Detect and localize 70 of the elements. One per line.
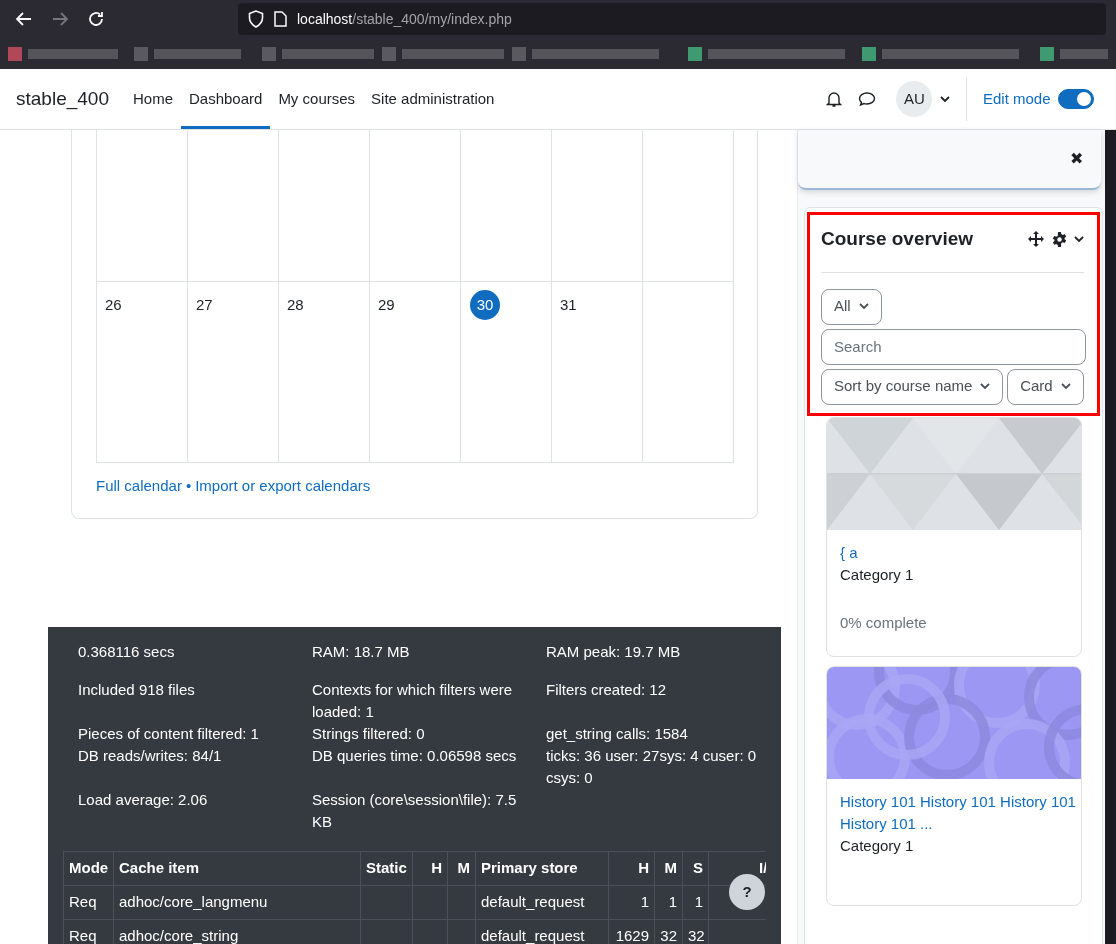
performance-stat: DB queries time: 0.06598 secs <box>312 746 518 766</box>
table-cell: 1 <box>682 885 709 920</box>
column-header: M <box>654 851 683 886</box>
move-icon[interactable] <box>1028 231 1044 248</box>
filter-dropdown[interactable]: All <box>821 288 882 325</box>
bell-icon[interactable] <box>826 90 843 108</box>
page-icon <box>274 11 287 27</box>
caret-icon <box>939 96 950 104</box>
column-header: M <box>447 851 476 886</box>
edit-mode-switch[interactable] <box>1058 89 1094 109</box>
caret-icon <box>858 303 869 310</box>
column-header: Cache item <box>113 851 361 886</box>
full-calendar-link[interactable]: Full calendar <box>96 475 182 498</box>
performance-stat: Session (core\session\file): 7.5 KB <box>312 790 518 832</box>
table-cell: adhoc/core_langmenu <box>113 885 361 920</box>
column-header: Static <box>360 851 413 886</box>
address-field[interactable]: localhost/stable_400/my/index.php <box>297 8 512 30</box>
column-header: H <box>608 851 655 886</box>
performance-stat: Included 918 files <box>78 680 196 700</box>
performance-stat: Pieces of content filtered: 1 <box>78 724 260 744</box>
day-number[interactable]: 26 <box>105 290 135 320</box>
day-number[interactable]: 27 <box>196 290 226 320</box>
course-category: Category 1 <box>840 835 915 856</box>
column-header: H <box>412 851 448 886</box>
table-cell: Req <box>63 885 114 920</box>
course-progress: 0% complete <box>840 612 928 633</box>
performance-stat: 0.368116 secs <box>78 642 176 662</box>
nav-link[interactable]: My courses <box>270 72 364 129</box>
table-cell: 1 <box>654 885 683 920</box>
view-dropdown[interactable]: Card <box>1007 368 1084 405</box>
sort-dropdown[interactable]: Sort by course name <box>821 368 1004 405</box>
caret-icon <box>1060 383 1071 390</box>
scrollbar[interactable] <box>1105 130 1116 944</box>
performance-stat: Filters created: 12 <box>546 680 668 700</box>
performance-stat: DB reads/writes: 84/1 <box>78 746 223 766</box>
performance-stat: Strings filtered: 0 <box>312 724 426 744</box>
column-header: Primary store <box>475 851 609 886</box>
performance-stat: Load average: 2.06 <box>78 790 209 810</box>
nav-link[interactable]: Site administration <box>363 72 503 129</box>
table-cell: default_request <box>475 885 609 920</box>
day-number[interactable]: 31 <box>560 290 590 320</box>
table-cell: Req <box>63 919 114 944</box>
user-avatar[interactable]: AU <box>896 81 933 117</box>
edit-mode-label: Edit mode <box>982 88 1051 109</box>
site-name[interactable]: stable_400 <box>16 84 109 114</box>
performance-stat: RAM: 18.7 MB <box>312 642 411 662</box>
column-header: Mode <box>63 851 114 886</box>
performance-stat: Contexts for which filters were loaded: 1 <box>312 680 514 722</box>
course-title-link[interactable]: { a <box>840 541 1079 564</box>
nav-link[interactable]: Home <box>124 72 181 129</box>
performance-stat: get_string calls: 1584 <box>546 724 689 744</box>
day-number[interactable]: 28 <box>287 290 317 320</box>
course-category: Category 1 <box>840 564 915 585</box>
import-export-link[interactable]: Import or export calendars <box>195 475 371 498</box>
caret-icon <box>1074 235 1084 243</box>
table-cell: 1 <box>608 885 655 920</box>
performance-stat: ticks: 36 user: 27sys: 4 cuser: 0 csys: 0 <box>546 746 758 788</box>
chat-icon[interactable] <box>858 91 877 107</box>
separator-dot: • <box>185 476 192 496</box>
gear-icon[interactable] <box>1051 231 1067 247</box>
block-title: Course overview <box>821 227 974 251</box>
close-button[interactable]: ✖ <box>1066 147 1087 171</box>
performance-stat: RAM peak: 19.7 MB <box>546 642 682 662</box>
day-number[interactable]: 30 <box>470 290 500 320</box>
column-header: S <box>682 851 709 886</box>
caret-icon <box>980 383 991 390</box>
shield-icon <box>248 10 264 28</box>
day-number[interactable]: 29 <box>378 290 408 320</box>
course-title-link[interactable]: History 101 History 101 History 101 History 101 ... <box>840 790 1079 835</box>
search-field[interactable]: Search <box>821 328 1086 365</box>
